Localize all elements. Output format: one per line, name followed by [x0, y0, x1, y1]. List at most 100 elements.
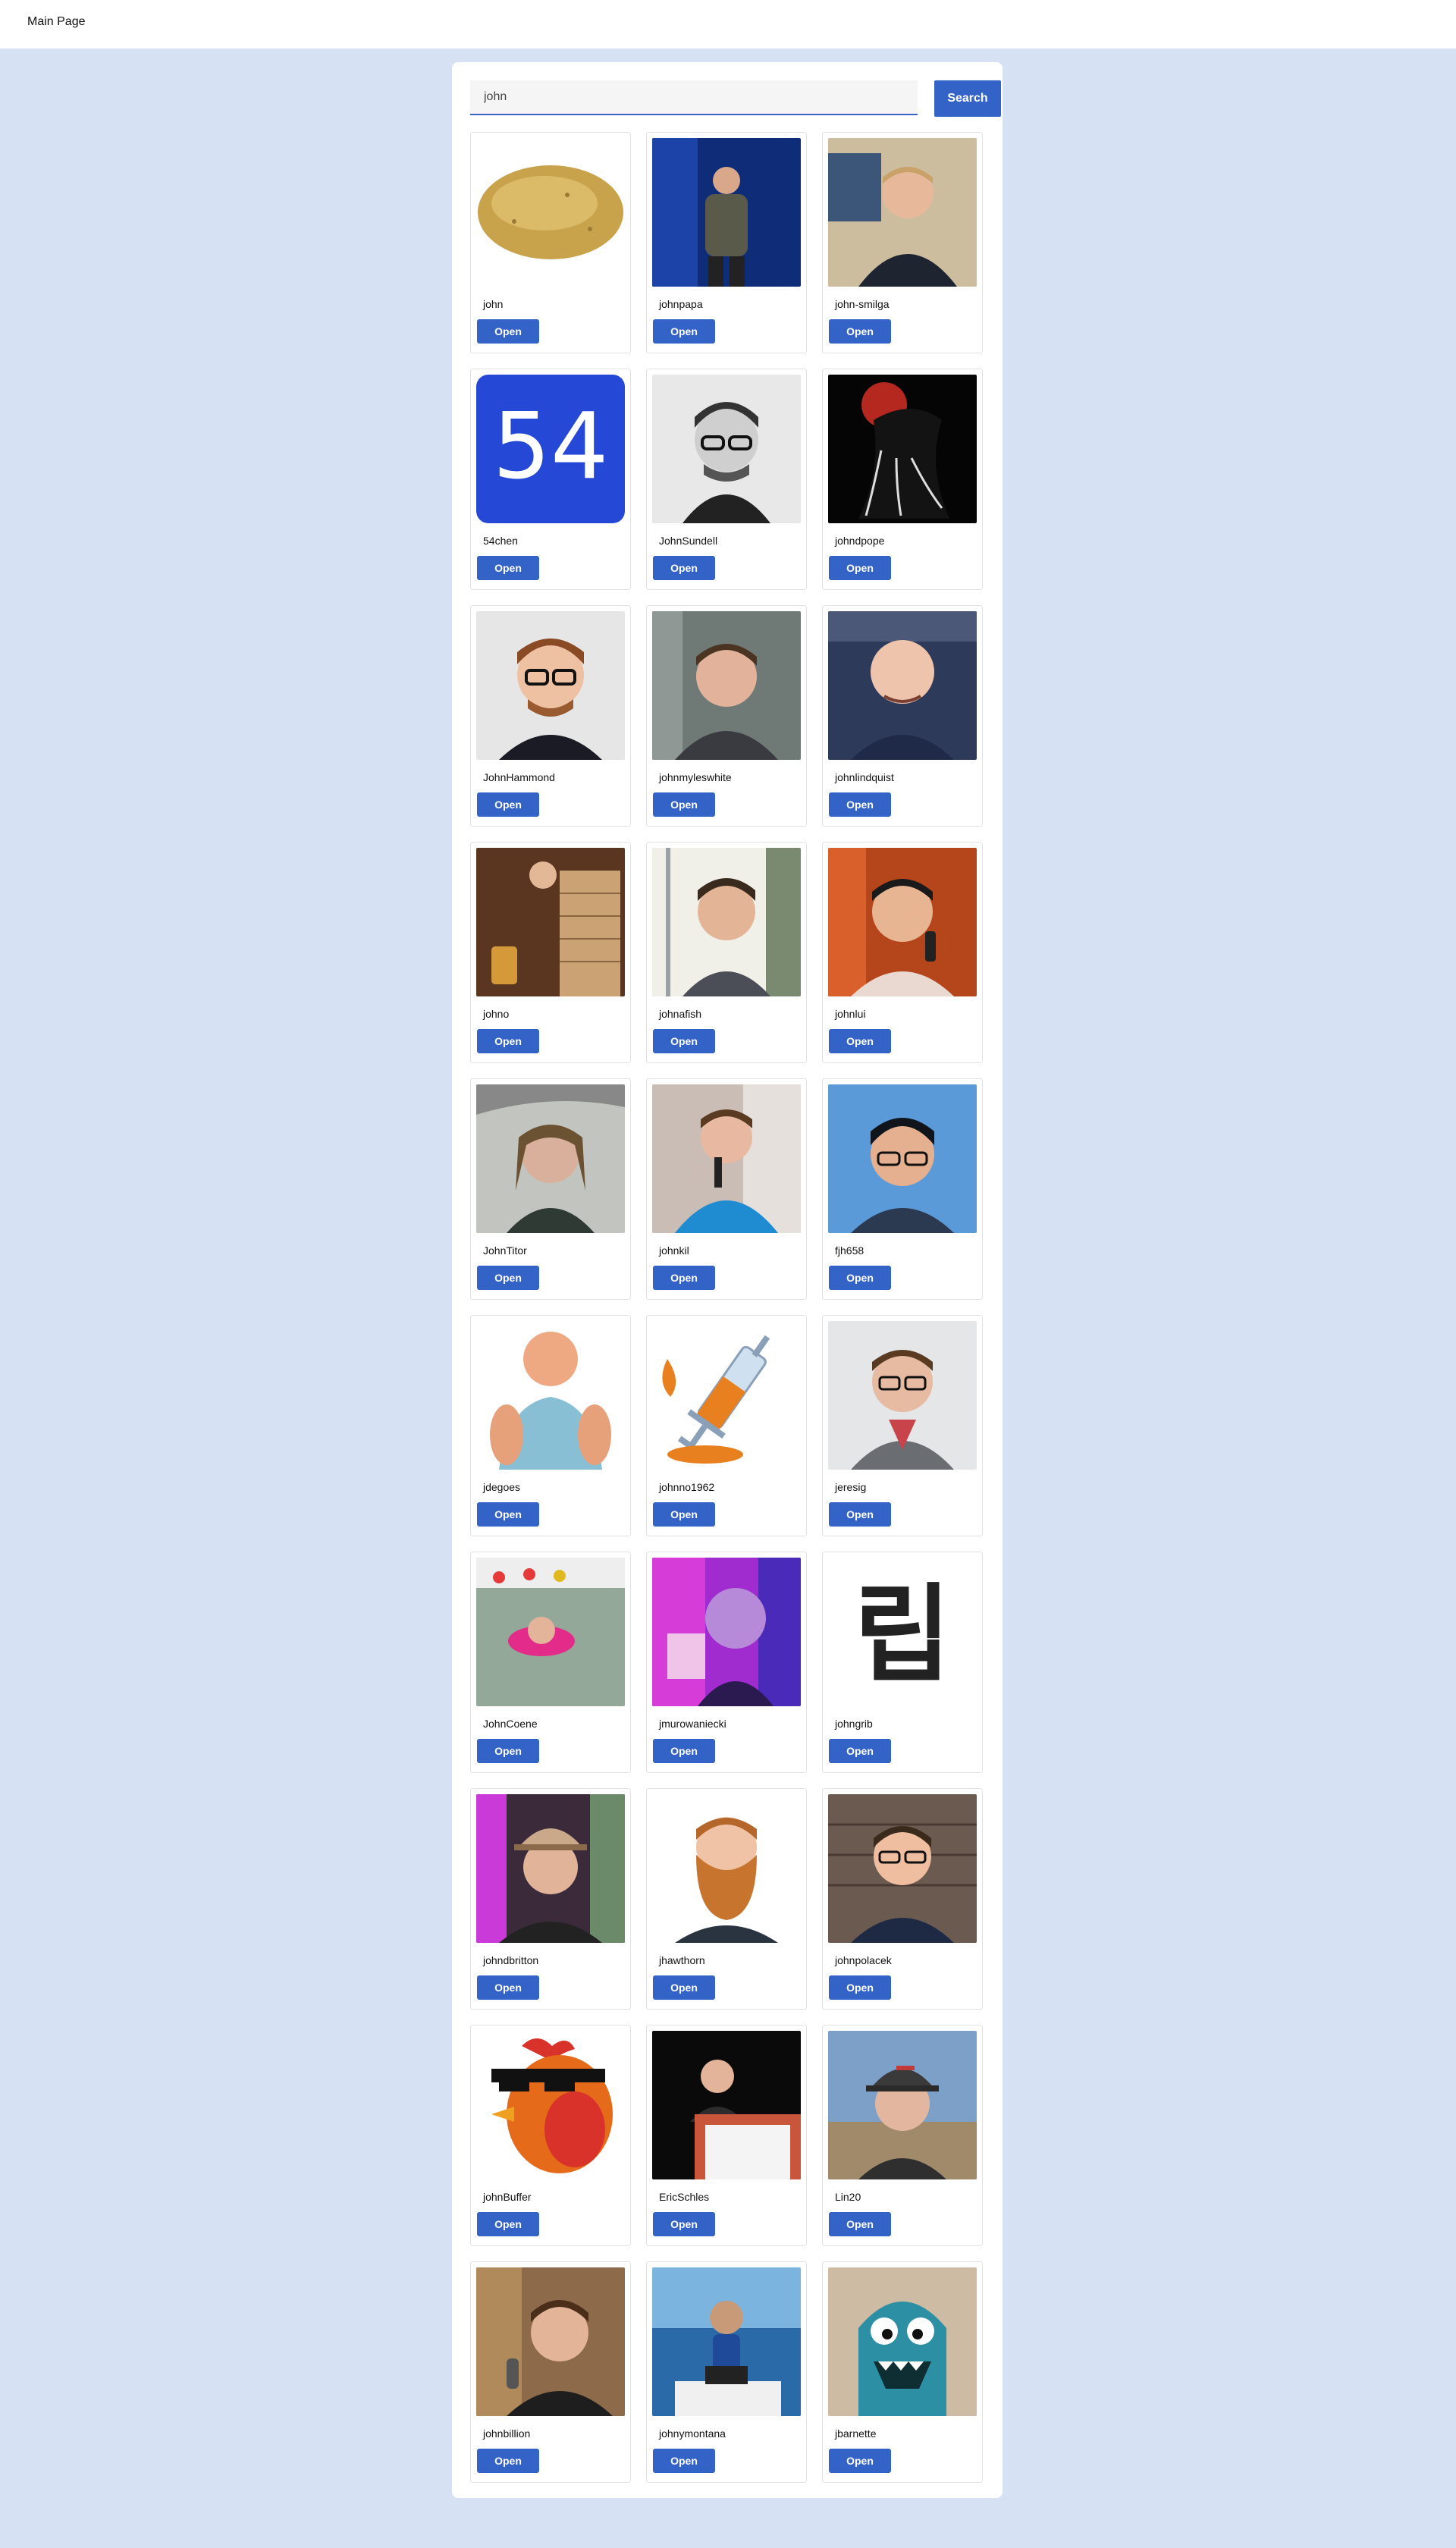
main-page-link[interactable]: Main Page: [27, 15, 86, 29]
open-button[interactable]: Open: [653, 2212, 715, 2236]
open-button[interactable]: Open: [829, 2449, 891, 2473]
username-label: johno: [483, 1008, 510, 1020]
avatar: [476, 1794, 625, 1943]
open-button[interactable]: Open: [653, 1266, 715, 1290]
username-label: jeresig: [835, 1481, 867, 1493]
open-button[interactable]: Open: [653, 319, 715, 344]
search-input[interactable]: [470, 80, 918, 115]
top-navbar: Main Page: [0, 0, 1456, 49]
open-button[interactable]: Open: [477, 792, 539, 817]
avatar: [652, 611, 801, 760]
open-button[interactable]: Open: [477, 1502, 539, 1527]
open-button[interactable]: Open: [653, 556, 715, 580]
user-card: JohnCoene Open: [470, 1552, 631, 1773]
open-button[interactable]: Open: [477, 2212, 539, 2236]
user-card: johnno1962 Open: [646, 1315, 807, 1536]
avatar: 54: [476, 375, 625, 523]
open-button[interactable]: Open: [477, 1739, 539, 1763]
open-button[interactable]: Open: [829, 1266, 891, 1290]
user-card: johndbritton Open: [470, 1788, 631, 2010]
user-card: johnmyleswhite Open: [646, 605, 807, 827]
username-label: johnBuffer: [483, 2191, 532, 2203]
open-button[interactable]: Open: [477, 1975, 539, 2000]
search-panel: Search john Open johnpapa Open john-smilga Op…: [452, 62, 1003, 2498]
open-button[interactable]: Open: [653, 792, 715, 817]
avatar: [652, 2031, 801, 2179]
username-label: johndpope: [835, 535, 885, 547]
avatar: [828, 2031, 977, 2179]
avatar: [476, 1558, 625, 1706]
user-card: JohnSundell Open: [646, 369, 807, 590]
avatar: [652, 1794, 801, 1943]
user-card: Lin20 Open: [822, 2025, 983, 2246]
user-card: johnBuffer Open: [470, 2025, 631, 2246]
user-card: johndpope Open: [822, 369, 983, 590]
avatar: [828, 1794, 977, 1943]
open-button[interactable]: Open: [477, 556, 539, 580]
avatar-text: 립: [854, 1574, 952, 1697]
avatar: [828, 848, 977, 996]
search-button[interactable]: Search: [934, 80, 1001, 117]
open-button[interactable]: Open: [477, 1029, 539, 1053]
user-card: fjh658 Open: [822, 1078, 983, 1300]
open-button[interactable]: Open: [829, 2212, 891, 2236]
open-button[interactable]: Open: [829, 1975, 891, 2000]
open-button[interactable]: Open: [653, 1739, 715, 1763]
user-card: johnkil Open: [646, 1078, 807, 1300]
username-label: john-smilga: [835, 298, 890, 310]
username-label: johnbillion: [483, 2427, 531, 2440]
open-button[interactable]: Open: [653, 1029, 715, 1053]
open-button[interactable]: Open: [829, 1029, 891, 1053]
open-button[interactable]: Open: [653, 2449, 715, 2473]
avatar: 립: [828, 1558, 977, 1706]
avatar: [828, 611, 977, 760]
user-card: johnafish Open: [646, 842, 807, 1063]
open-button[interactable]: Open: [829, 556, 891, 580]
avatar: [828, 375, 977, 523]
avatar: [652, 375, 801, 523]
username-label: JohnTitor: [483, 1244, 527, 1257]
username-label: jbarnette: [835, 2427, 877, 2440]
user-card: johnlui Open: [822, 842, 983, 1063]
avatar: [828, 1321, 977, 1470]
avatar: [652, 1084, 801, 1233]
open-button[interactable]: Open: [477, 2449, 539, 2473]
username-label: johnymontana: [659, 2427, 726, 2440]
username-label: johnpapa: [659, 298, 703, 310]
username-label: johnlui: [835, 1008, 866, 1020]
user-card: johnpolacek Open: [822, 1788, 983, 2010]
avatar: [476, 848, 625, 996]
open-button[interactable]: Open: [653, 1502, 715, 1527]
open-button[interactable]: Open: [477, 1266, 539, 1290]
avatar: [476, 1321, 625, 1470]
avatar: [828, 1084, 977, 1233]
username-label: johndbritton: [483, 1954, 539, 1966]
username-label: JohnHammond: [483, 771, 555, 783]
open-button[interactable]: Open: [653, 1975, 715, 2000]
avatar: [476, 1084, 625, 1233]
user-card: johno Open: [470, 842, 631, 1063]
avatar: [652, 2267, 801, 2416]
user-card: jhawthorn Open: [646, 1788, 807, 2010]
user-card: john Open: [470, 132, 631, 353]
user-card: 립 johngrib Open: [822, 1552, 983, 1773]
avatar-text: 54: [493, 394, 609, 500]
username-label: johnmyleswhite: [659, 771, 732, 783]
avatar: [652, 138, 801, 287]
avatar: [476, 611, 625, 760]
username-label: fjh658: [835, 1244, 864, 1257]
user-card: john-smilga Open: [822, 132, 983, 353]
avatar: [476, 138, 625, 287]
username-label: johnkil: [659, 1244, 689, 1257]
user-card: 54 54chen Open: [470, 369, 631, 590]
open-button[interactable]: Open: [829, 792, 891, 817]
avatar: [828, 138, 977, 287]
open-button[interactable]: Open: [829, 1739, 891, 1763]
open-button[interactable]: Open: [829, 1502, 891, 1527]
open-button[interactable]: Open: [477, 319, 539, 344]
open-button[interactable]: Open: [829, 319, 891, 344]
user-card: johnpapa Open: [646, 132, 807, 353]
user-card: johnbillion Open: [470, 2261, 631, 2483]
username-label: jdegoes: [483, 1481, 521, 1493]
avatar: [652, 1558, 801, 1706]
